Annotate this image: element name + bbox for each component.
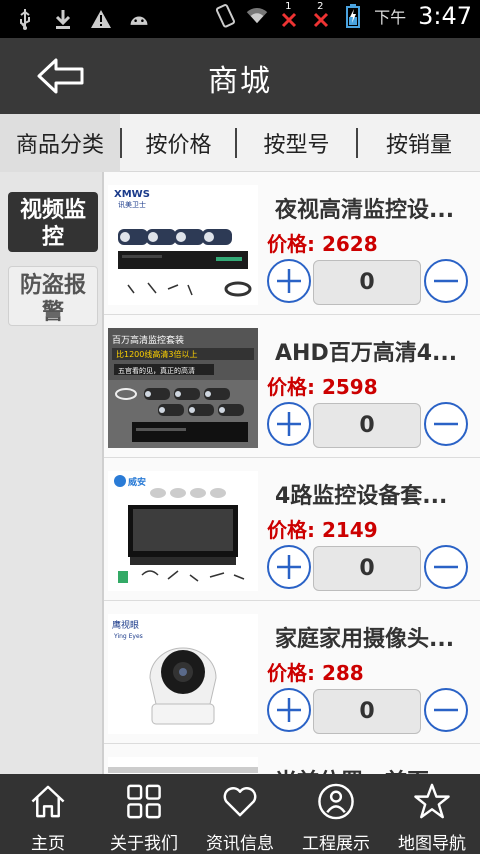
quantity-field[interactable]: 0	[313, 260, 421, 305]
product-price: 价格: 288	[267, 657, 364, 686]
product-price: 价格: 2149	[267, 514, 378, 543]
minus-icon	[434, 422, 458, 426]
quantity-field[interactable]: 0	[313, 689, 421, 734]
tab-category[interactable]: 商品分类	[0, 114, 120, 172]
nav-about-label: 关于我们	[110, 834, 178, 854]
product-name[interactable]: 当前位置：首页	[275, 764, 473, 774]
product-name[interactable]: 家庭家用摄像头...	[275, 621, 473, 653]
price-value: 2628	[321, 232, 378, 256]
product-name[interactable]: AHD百万高清4...	[275, 335, 473, 367]
sidebar-item-video-surveillance[interactable]: 视频监控	[8, 192, 98, 252]
plus-icon	[277, 269, 301, 293]
product-name[interactable]: 4路监控设备套...	[275, 478, 473, 510]
page-title: 商城	[208, 64, 272, 99]
svg-text:讯美卫士: 讯美卫士	[118, 200, 146, 209]
user-icon	[318, 783, 354, 820]
product-row[interactable]: 威安 4路监控设备套... 价格: 2149 0	[104, 458, 480, 601]
svg-text:五官看的见，真正的高清: 五官看的见，真正的高清	[118, 366, 195, 375]
decrease-quantity-button[interactable]	[424, 688, 468, 732]
nav-projects-label: 工程展示	[302, 834, 370, 854]
product-row[interactable]: 当前位置：首页	[104, 744, 480, 774]
plus-icon	[277, 412, 301, 436]
vibrate-icon	[214, 3, 236, 29]
decrease-quantity-button[interactable]	[424, 259, 468, 303]
nav-map-label: 地图导航	[398, 834, 466, 854]
nav-news[interactable]: 资讯信息	[192, 774, 288, 854]
sim2-no-signal-icon: 2	[310, 1, 332, 29]
product-banner-text: 百万高清监控套装	[112, 334, 184, 346]
product-row[interactable]: 鹰视眼 Ying Eyes 家庭家用摄像头... 价格: 288 0	[104, 601, 480, 744]
sidebar-item-burglar-alarm[interactable]: 防盗报警	[8, 266, 98, 326]
increase-quantity-button[interactable]	[267, 688, 311, 732]
product-image: 威安	[108, 471, 258, 591]
quantity-field[interactable]: 0	[313, 403, 421, 448]
nav-news-label: 资讯信息	[206, 834, 274, 854]
svg-text:Ying Eyes: Ying Eyes	[113, 633, 143, 640]
decrease-quantity-button[interactable]	[424, 545, 468, 589]
category-sidebar: 视频监控 防盗报警	[0, 172, 104, 774]
sim1-no-signal-icon: 1	[278, 1, 300, 29]
nav-projects[interactable]: 工程展示	[288, 774, 384, 854]
price-value: 2149	[321, 518, 378, 542]
svg-text:比1200线高清3倍以上: 比1200线高清3倍以上	[116, 349, 197, 359]
price-label: 价格:	[267, 375, 315, 399]
nav-home[interactable]: 主页	[0, 774, 96, 854]
increase-quantity-button[interactable]	[267, 402, 311, 446]
product-brand-logo: XMWS	[114, 189, 150, 200]
android-icon	[128, 6, 150, 32]
product-name[interactable]: 夜视高清监控设...	[275, 192, 473, 224]
grid-icon	[127, 784, 161, 819]
star-icon	[414, 783, 450, 819]
product-price: 价格: 2598	[267, 371, 378, 400]
product-price: 价格: 2628	[267, 228, 378, 257]
minus-icon	[434, 279, 458, 283]
product-list: XMWS 讯美卫士 夜视高清监控设... 价格: 2628 0 百万高清监控套装…	[104, 172, 480, 774]
product-image: 鹰视眼 Ying Eyes	[108, 614, 258, 734]
nav-home-label: 主页	[31, 834, 65, 854]
product-brand-logo: 威安	[128, 476, 146, 488]
heart-icon	[223, 787, 257, 817]
plus-icon	[277, 555, 301, 579]
nav-about[interactable]: 关于我们	[96, 774, 192, 854]
download-icon	[52, 6, 74, 32]
home-icon	[31, 785, 65, 818]
increase-quantity-button[interactable]	[267, 545, 311, 589]
warning-icon	[90, 6, 112, 32]
battery-icon	[342, 3, 364, 29]
time-ampm: 下午	[374, 8, 407, 27]
sort-tabs: 商品分类 按价格 按型号 按销量	[0, 114, 480, 172]
minus-icon	[434, 565, 458, 569]
bottom-navigation: 主页 关于我们 资讯信息 工程展示 地图导航	[0, 774, 480, 854]
title-bar: 商城	[0, 38, 480, 114]
tab-model[interactable]: 按型号	[237, 114, 356, 172]
sim1-label: 1	[285, 1, 292, 12]
product-image: XMWS 讯美卫士	[108, 185, 258, 305]
decrease-quantity-button[interactable]	[424, 402, 468, 446]
product-brand-logo: 鹰视眼	[112, 619, 139, 631]
minus-icon	[434, 708, 458, 712]
price-label: 价格:	[267, 232, 315, 256]
price-value: 288	[321, 661, 364, 685]
wifi-icon	[246, 3, 268, 29]
quantity-field[interactable]: 0	[313, 546, 421, 591]
nav-map[interactable]: 地图导航	[384, 774, 480, 854]
product-row[interactable]: XMWS 讯美卫士 夜视高清监控设... 价格: 2628 0	[104, 172, 480, 315]
product-row[interactable]: 百万高清监控套装 比1200线高清3倍以上 五官看的见，真正的高清 AHD百万高…	[104, 315, 480, 458]
usb-icon	[14, 6, 36, 32]
price-value: 2598	[321, 375, 378, 399]
tab-price[interactable]: 按价格	[122, 114, 235, 172]
plus-icon	[277, 698, 301, 722]
clock: 3:47	[418, 2, 472, 30]
tab-sales[interactable]: 按销量	[358, 114, 480, 172]
product-image	[108, 757, 258, 774]
increase-quantity-button[interactable]	[267, 259, 311, 303]
status-bar: 1 2 下午 3:47	[0, 0, 480, 38]
price-label: 价格:	[267, 661, 315, 685]
product-image: 百万高清监控套装 比1200线高清3倍以上 五官看的见，真正的高清	[108, 328, 258, 448]
price-label: 价格:	[267, 518, 315, 542]
sim2-label: 2	[317, 1, 324, 12]
